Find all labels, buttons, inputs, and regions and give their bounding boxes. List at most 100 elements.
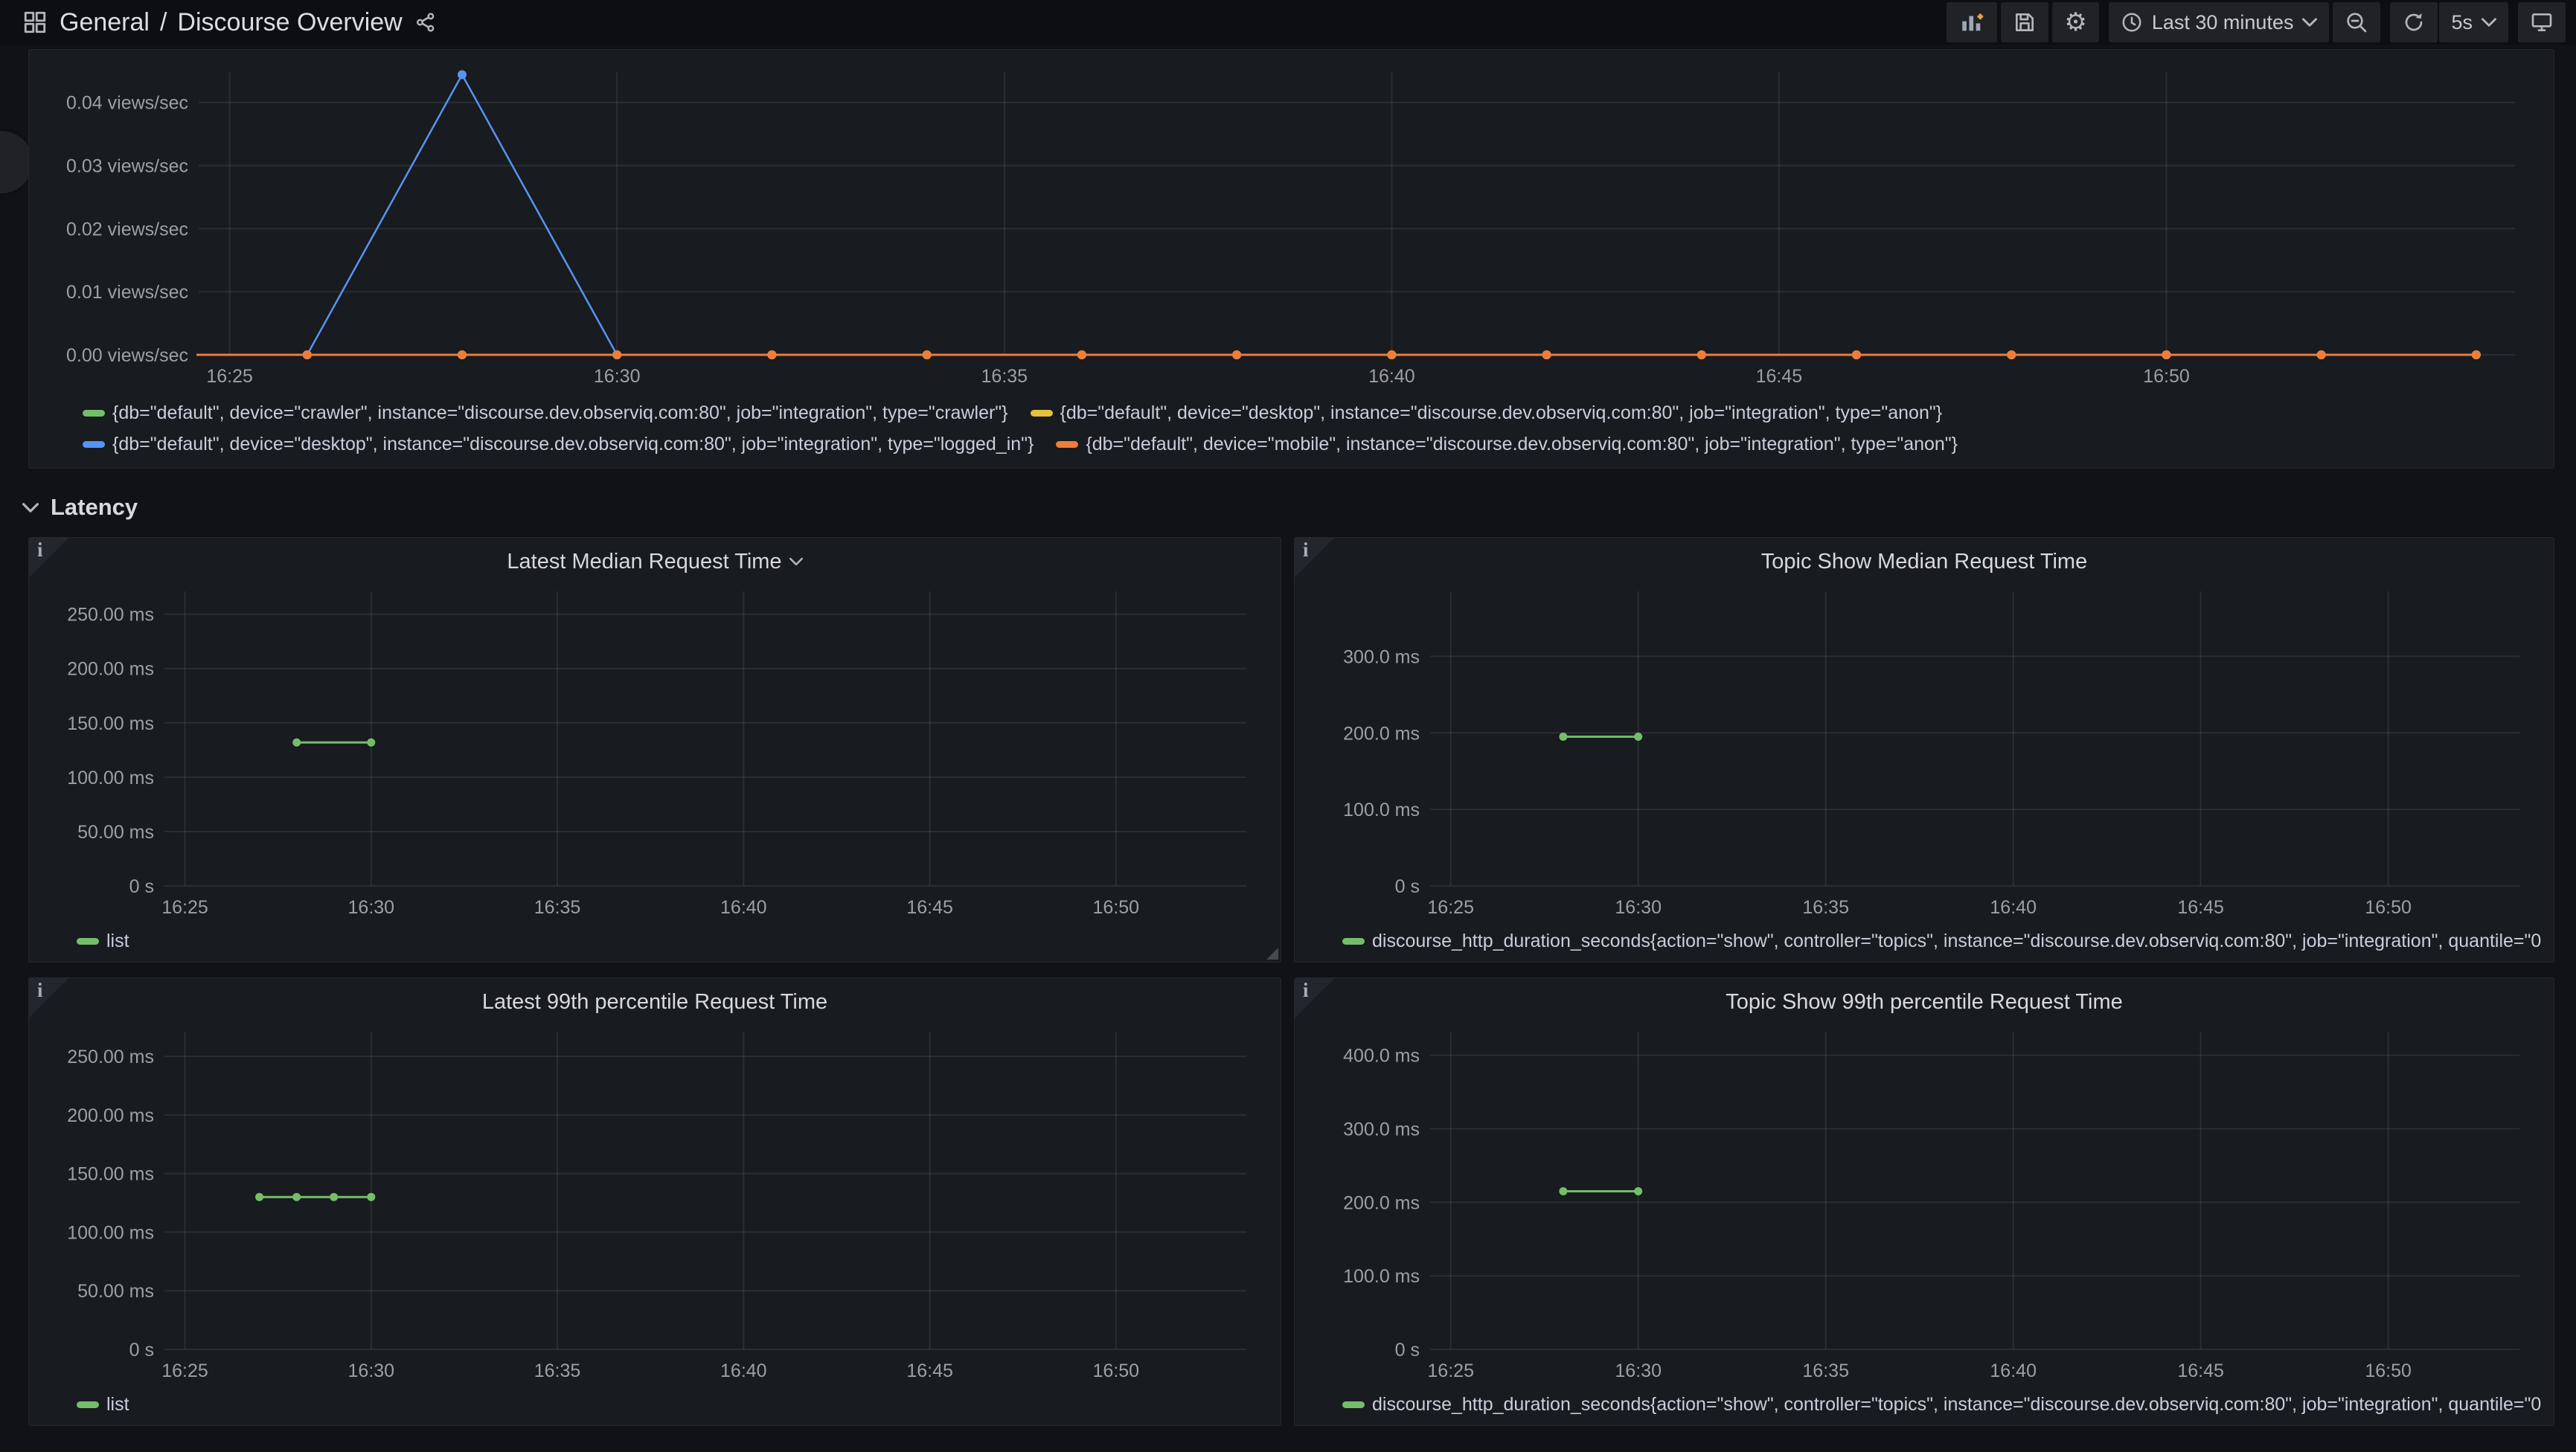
y-tick-label: 200.0 ms — [1343, 723, 1420, 744]
panel-title[interactable]: Topic Show 99th percentile Request Time — [1307, 984, 2542, 1020]
x-tick-label: 16:35 — [534, 897, 581, 918]
chevron-down-icon — [789, 557, 803, 566]
x-tick-label: 16:35 — [534, 1361, 581, 1381]
series-point — [1542, 350, 1551, 359]
time-range-label: Last 30 minutes — [2152, 11, 2294, 34]
legend-item[interactable]: discourse_http_duration_seconds{action="… — [1342, 1391, 2542, 1418]
zoom-out-button[interactable] — [2333, 2, 2380, 42]
legend-item[interactable]: {db="default", device="desktop", instanc… — [83, 431, 1034, 457]
save-dashboard-button[interactable] — [2001, 2, 2048, 42]
series-point — [292, 1193, 301, 1201]
breadcrumb-separator: / — [160, 8, 167, 37]
refresh-interval-picker[interactable]: 5s — [2439, 2, 2508, 42]
y-tick-label: 300.0 ms — [1343, 1119, 1420, 1140]
y-tick-label: 100.0 ms — [1343, 1266, 1420, 1287]
nav-bar: General / Discourse Overview ⚙ — [0, 0, 2576, 45]
time-range-picker[interactable]: Last 30 minutes — [2109, 2, 2330, 42]
legend-label: {db="default", device="desktop", instanc… — [112, 431, 1034, 457]
legend-item[interactable]: {db="default", device="mobile", instance… — [1056, 431, 1958, 457]
x-tick-label: 16:45 — [906, 1361, 953, 1381]
y-tick-label: 0.03 views/sec — [66, 156, 188, 177]
refresh-button[interactable] — [2390, 2, 2438, 42]
y-tick-label: 250.00 ms — [67, 1047, 154, 1067]
latest-99-chart[interactable]: 16:2516:3016:3516:4016:4516:500 s50.00 m… — [41, 1020, 1269, 1388]
section-latency-toggle[interactable]: Latency — [22, 486, 138, 528]
series-line — [307, 74, 617, 355]
legend-item[interactable]: list — [77, 928, 129, 954]
topic-median-legend: discourse_http_duration_seconds{action="… — [1307, 925, 2542, 956]
y-tick-label: 200.00 ms — [67, 1105, 154, 1126]
y-tick-label: 300.0 ms — [1343, 646, 1420, 667]
legend-label: {db="default", device="desktop", instanc… — [1060, 399, 1943, 426]
series-point — [2472, 350, 2481, 359]
legend-label: discourse_http_duration_seconds{action="… — [1372, 1391, 2542, 1418]
panel-pageviews: 16:2516:3016:3516:4016:4516:500.00 views… — [28, 49, 2554, 469]
panel-title[interactable]: Latest Median Request Time — [41, 544, 1269, 579]
y-tick-label: 0.00 views/sec — [66, 345, 188, 366]
breadcrumb-folder[interactable]: General — [60, 8, 150, 37]
topic-median-chart[interactable]: 16:2516:3016:3516:4016:4516:500 s100.0 m… — [1307, 579, 2542, 925]
chart-svg: 16:2516:3016:3516:4016:4516:500 s50.00 m… — [41, 579, 1269, 925]
x-tick-label: 16:25 — [161, 897, 208, 918]
x-tick-label: 16:25 — [161, 1361, 208, 1381]
kiosk-mode-button[interactable] — [2518, 2, 2566, 42]
latest-median-chart[interactable]: 16:2516:3016:3516:4016:4516:500 s50.00 m… — [41, 579, 1269, 925]
dashboard-grid-icon — [22, 10, 48, 35]
series-point — [1559, 1187, 1567, 1195]
legend-swatch — [83, 410, 105, 417]
x-tick-label: 16:30 — [348, 1361, 395, 1381]
topic-99-chart[interactable]: 16:2516:3016:3516:4016:4516:500 s100.0 m… — [1307, 1020, 2542, 1388]
x-tick-label: 16:30 — [348, 897, 395, 918]
legend-label: discourse_http_duration_seconds{action="… — [1372, 928, 2542, 954]
series-point — [330, 1193, 338, 1201]
breadcrumb-dashboard-title[interactable]: Discourse Overview — [177, 8, 402, 37]
x-tick-label: 16:50 — [1093, 1361, 1140, 1381]
legend-item[interactable]: {db="default", device="desktop", instanc… — [1031, 399, 1943, 426]
y-tick-label: 0.04 views/sec — [66, 93, 188, 114]
x-tick-label: 16:35 — [981, 366, 1028, 387]
pageviews-chart[interactable]: 16:2516:3016:3516:4016:4516:500.00 views… — [41, 56, 2542, 396]
series-point — [2317, 350, 2326, 359]
share-icon[interactable] — [414, 11, 437, 33]
dashboard-settings-button[interactable]: ⚙ — [2052, 2, 2098, 42]
panel-topic-median: i Topic Show Median Request Time 16:2516… — [1294, 537, 2554, 963]
y-tick-label: 250.00 ms — [67, 605, 154, 626]
panel-latest-99: i Latest 99th percentile Request Time 16… — [28, 977, 1281, 1426]
y-tick-label: 150.00 ms — [67, 713, 154, 734]
y-tick-label: 50.00 ms — [77, 822, 154, 843]
x-tick-label: 16:45 — [1756, 366, 1803, 387]
legend-swatch — [77, 938, 99, 945]
clock-icon — [2121, 11, 2143, 33]
y-tick-label: 0.02 views/sec — [66, 219, 188, 240]
legend-swatch — [77, 1401, 99, 1408]
monitor-icon — [2530, 10, 2554, 34]
series-point — [1387, 350, 1396, 359]
x-tick-label: 16:25 — [1427, 897, 1474, 918]
y-tick-label: 0 s — [1395, 876, 1420, 897]
legend-swatch — [83, 441, 105, 448]
series-point — [923, 350, 932, 359]
refresh-interval-label: 5s — [2451, 11, 2473, 34]
x-tick-label: 16:50 — [1093, 897, 1140, 918]
panel-info-icon[interactable]: i — [29, 538, 69, 578]
add-panel-button[interactable] — [1947, 2, 1997, 42]
topic-99-legend: discourse_http_duration_seconds{action="… — [1307, 1388, 2542, 1419]
panel-resize-handle[interactable] — [1266, 948, 1278, 960]
series-point — [292, 739, 301, 747]
legend-item[interactable]: list — [77, 1391, 129, 1418]
series-point — [1077, 350, 1086, 359]
panel-info-icon[interactable]: i — [1295, 538, 1335, 578]
chart-svg: 16:2516:3016:3516:4016:4516:500.00 views… — [41, 56, 2542, 396]
panel-title[interactable]: Topic Show Median Request Time — [1307, 544, 2542, 579]
pageviews-legend: {db="default", device="crawler", instanc… — [41, 396, 2542, 462]
y-tick-label: 0 s — [129, 1340, 154, 1361]
x-tick-label: 16:45 — [2177, 897, 2224, 918]
legend-item[interactable]: {db="default", device="crawler", instanc… — [83, 399, 1008, 426]
legend-item[interactable]: discourse_http_duration_seconds{action="… — [1342, 928, 2542, 954]
panel-info-icon[interactable]: i — [1295, 978, 1335, 1018]
panel-title[interactable]: Latest 99th percentile Request Time — [41, 984, 1269, 1020]
x-tick-label: 16:45 — [2177, 1361, 2224, 1381]
series-point — [1852, 350, 1861, 359]
panel-info-icon[interactable]: i — [29, 978, 69, 1018]
dashboard-canvas: 16:2516:3016:3516:4016:4516:500.00 views… — [0, 45, 2576, 1452]
